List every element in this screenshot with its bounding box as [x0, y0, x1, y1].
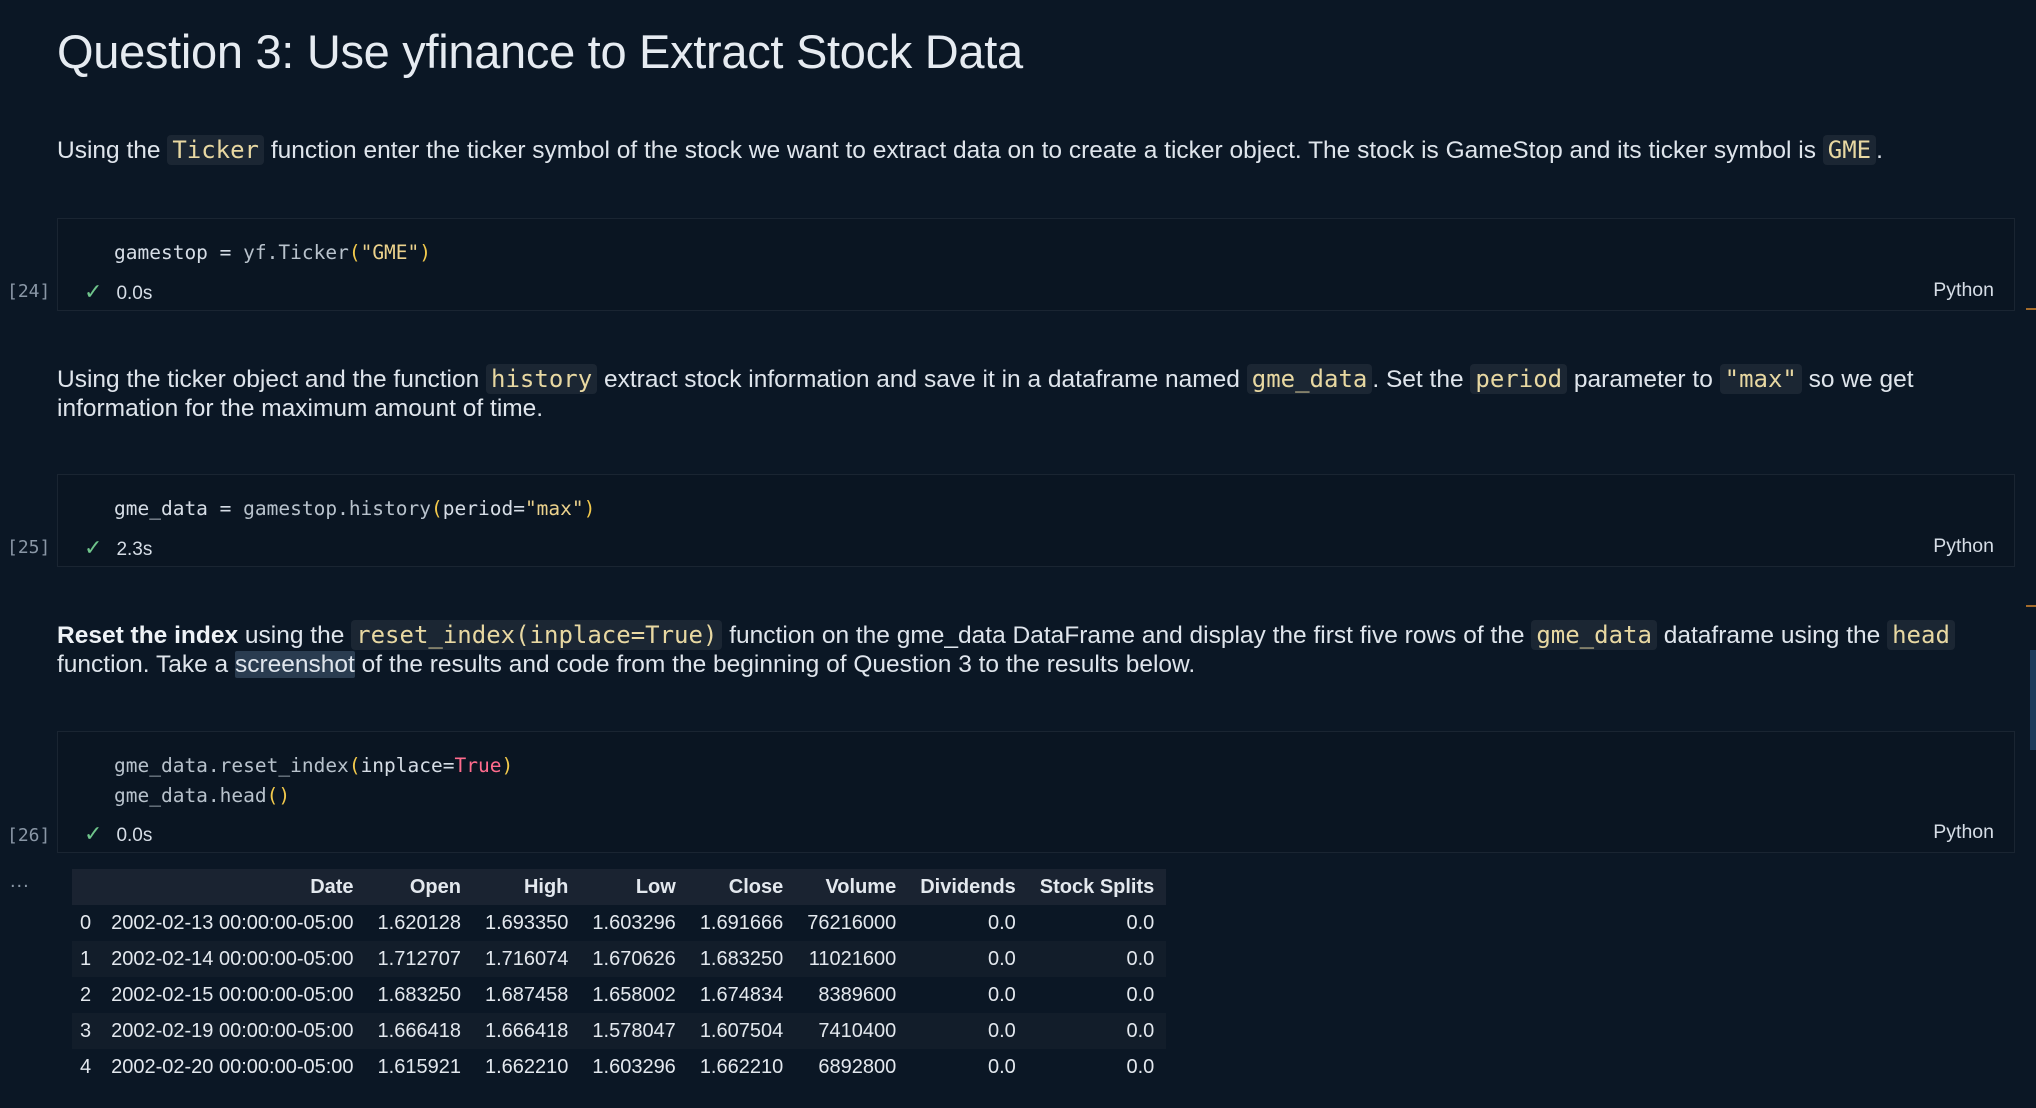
md-text: . — [1876, 137, 1883, 164]
column-header: Open — [365, 869, 473, 905]
table-header-row: Date Open High Low Close Volume Dividend… — [72, 869, 1167, 905]
table-row: 3 2002-02-19 00:00:00-05:00 1.666418 1.6664… — [72, 1013, 1167, 1049]
execution-count: [26] — [7, 825, 51, 846]
scrollbar-thumb[interactable] — [2030, 650, 2036, 750]
inline-code-gme-data: gme_data — [1246, 364, 1373, 394]
language-label[interactable]: Python — [1933, 535, 1994, 558]
output-more-icon[interactable]: ... — [10, 870, 30, 893]
column-header: Volume — [795, 869, 909, 905]
table-row: 0 2002-02-13 00:00:00-05:00 1.620128 1.6933… — [80, 911, 1155, 934]
column-header — [72, 869, 100, 905]
column-header: High — [472, 869, 581, 905]
bold-text: Reset the index — [57, 622, 239, 649]
inline-code-head: head — [1887, 620, 1955, 650]
column-header: Low — [580, 869, 688, 905]
checkmark-icon: ✓ — [84, 279, 103, 304]
md-text: function enter the ticker symbol of the … — [264, 137, 1823, 164]
code-line[interactable]: gme_data.head() — [114, 784, 290, 807]
code-line[interactable]: gme_data.reset_index(inplace=True) — [114, 754, 513, 777]
overview-ruler-marker — [2026, 605, 2036, 607]
code-cell-1[interactable]: gamestop = yf.Ticker("GME") ✓ 0.0s Python — [57, 218, 2015, 311]
execution-status: ✓ 2.3s — [84, 535, 153, 560]
inline-code-history: history — [486, 364, 598, 394]
code-line[interactable]: gme_data = gamestop.history(period="max"… — [114, 497, 595, 520]
page-title: Question 3: Use yfinance to Extract Stoc… — [57, 25, 1023, 78]
code-line[interactable]: gamestop = yf.Ticker("GME") — [114, 241, 431, 264]
code-cell-2[interactable]: gme_data = gamestop.history(period="max"… — [57, 474, 2015, 567]
checkmark-icon: ✓ — [84, 821, 103, 846]
table-row: 4 2002-02-20 00:00:00-05:00 1.615921 1.6622… — [80, 1055, 1155, 1078]
markdown-cell-reset-index[interactable]: Reset the index using the reset_index(in… — [57, 620, 1997, 679]
inline-code-ticker: Ticker — [167, 135, 265, 165]
checkmark-icon: ✓ — [84, 535, 103, 560]
language-label[interactable]: Python — [1933, 279, 1994, 302]
inline-code-reset-index: reset_index(inplace=True) — [351, 620, 723, 650]
execution-count: [25] — [7, 537, 51, 558]
code-cell-3[interactable]: gme_data.reset_index(inplace=True) gme_d… — [57, 731, 2015, 853]
table-row: 2 2002-02-15 00:00:00-05:00 1.683250 1.6874… — [80, 983, 1155, 1006]
execution-count: [24] — [7, 281, 51, 302]
table-row: 1 2002-02-14 00:00:00-05:00 1.712707 1.7160… — [72, 941, 1167, 977]
column-header: Close — [687, 869, 796, 905]
inline-code-max: "max" — [1719, 364, 1802, 394]
md-text: Using the — [57, 137, 168, 164]
language-label[interactable]: Python — [1933, 821, 1994, 844]
column-header: Date — [99, 869, 366, 905]
inline-code-gme: GME — [1822, 135, 1877, 165]
dataframe-output: Date Open High Low Close Volume Dividend… — [72, 869, 1167, 1085]
markdown-cell-history[interactable]: Using the ticker object and the function… — [57, 364, 1997, 423]
search-highlight: screenshot — [234, 651, 355, 678]
markdown-cell-ticker[interactable]: Using the Ticker function enter the tick… — [57, 135, 1997, 165]
column-header: Dividends — [908, 869, 1028, 905]
inline-code-gme-data: gme_data — [1531, 620, 1657, 650]
overview-ruler-marker — [2026, 308, 2036, 310]
execution-status: ✓ 0.0s — [84, 821, 153, 846]
execution-status: ✓ 0.0s — [84, 279, 153, 304]
inline-code-period: period — [1470, 364, 1568, 394]
column-header: Stock Splits — [1027, 869, 1167, 905]
